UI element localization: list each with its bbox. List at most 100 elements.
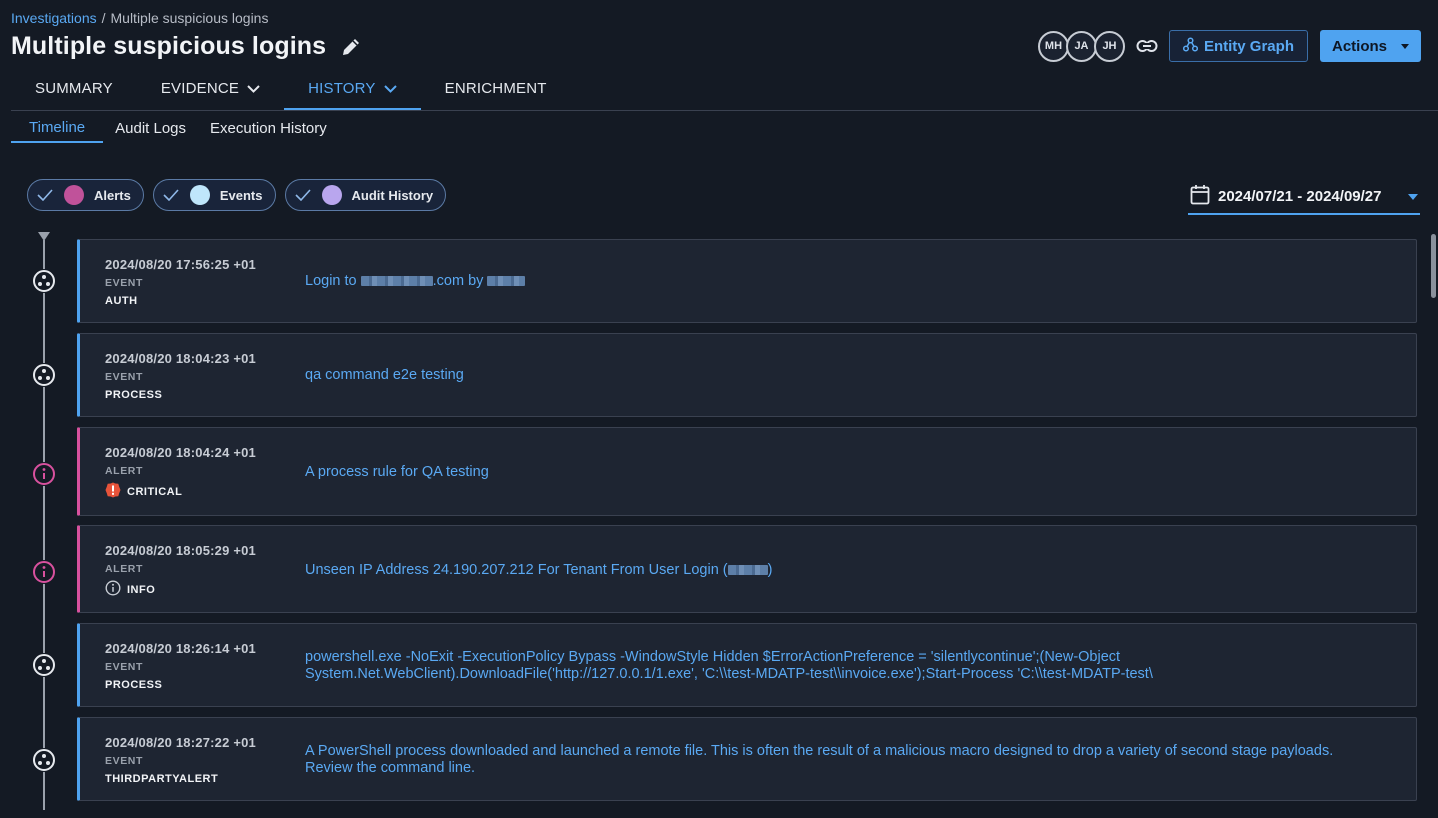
item-category: PROCESS <box>105 679 162 691</box>
entity-graph-button[interactable]: Entity Graph <box>1168 30 1308 62</box>
severity-label: INFO <box>127 583 156 596</box>
timeline-card[interactable]: 2024/08/20 18:26:14 +01 EVENT PROCESS po… <box>77 623 1417 707</box>
item-description-link[interactable]: qa command e2e testing <box>305 367 1376 384</box>
subtab-audit-logs[interactable]: Audit Logs <box>103 113 198 143</box>
event-node-icon <box>32 653 56 677</box>
avatar[interactable]: MH <box>1037 30 1069 62</box>
item-type: EVENT <box>105 371 144 383</box>
critical-icon <box>105 482 121 501</box>
timeline-card[interactable]: 2024/08/20 18:04:24 +01 ALERT CRITICAL A… <box>77 427 1417 516</box>
item-description-link[interactable]: A process rule for QA testing <box>305 464 1376 481</box>
category-label: PROCESS <box>105 679 163 691</box>
check-icon <box>294 186 312 204</box>
pencil-icon[interactable] <box>340 36 362 58</box>
tab-history[interactable]: HISTORY <box>284 68 421 110</box>
info-icon <box>105 580 121 599</box>
category-label: THIRDPARTYALERT <box>105 773 219 785</box>
page-title: Multiple suspicious logins <box>11 32 327 60</box>
tab-summary[interactable]: SUMMARY <box>11 68 137 108</box>
description-text: .com by <box>432 273 484 289</box>
filter-chip-events[interactable]: Events <box>152 179 276 211</box>
description-text: Unseen IP Address 24.190.207.212 For Ten… <box>305 562 728 578</box>
subtab-execution-history[interactable]: Execution History <box>198 113 339 143</box>
filter-label: Alerts <box>94 187 131 203</box>
filter-chip-audit-history[interactable]: Audit History <box>284 179 447 211</box>
timeline-card[interactable]: 2024/08/20 18:27:22 +01 EVENT THIRDPARTY… <box>77 717 1417 801</box>
timestamp: 2024/08/20 18:04:23 +01 <box>105 351 256 366</box>
link-icon[interactable] <box>1135 34 1159 58</box>
title-row: Multiple suspicious logins <box>11 32 362 61</box>
timeline-card[interactable]: 2024/08/20 18:04:23 +01 EVENT PROCESS qa… <box>77 333 1417 417</box>
breadcrumb: Investigations / Multiple suspicious login… <box>11 10 268 26</box>
item-type: EVENT <box>105 277 144 289</box>
graph-icon <box>1182 36 1199 56</box>
timestamp: 2024/08/20 18:27:22 +01 <box>105 735 256 750</box>
event-node-icon <box>32 269 56 293</box>
timestamp: 2024/08/20 17:56:25 +01 <box>105 257 256 272</box>
color-dot <box>321 185 342 205</box>
item-severity: INFO <box>105 580 155 599</box>
redacted-text <box>727 565 768 576</box>
check-icon <box>162 186 180 204</box>
item-type: EVENT <box>105 661 144 673</box>
tab-evidence[interactable]: EVIDENCE <box>137 68 284 108</box>
caret-down-icon <box>1401 43 1409 49</box>
avatar[interactable]: JH <box>1093 30 1125 62</box>
timeline-axis <box>43 240 45 810</box>
alert-node-icon <box>32 462 56 486</box>
event-node-icon <box>32 748 56 772</box>
timeline-card[interactable]: 2024/08/20 17:56:25 +01 EVENT AUTH Login… <box>77 239 1417 323</box>
description-text: ) <box>767 562 773 578</box>
filter-chip-alerts[interactable]: Alerts <box>27 179 144 211</box>
item-description-link[interactable]: Unseen IP Address 24.190.207.212 For Ten… <box>305 562 1376 579</box>
chevron-down-icon <box>383 80 397 97</box>
timestamp: 2024/08/20 18:26:14 +01 <box>105 641 256 656</box>
chevron-down-icon <box>247 80 260 97</box>
item-type: ALERT <box>105 563 143 575</box>
entity-graph-label: Entity Graph <box>1203 37 1294 55</box>
scrollbar[interactable] <box>1431 234 1436 298</box>
subtab-timeline[interactable]: Timeline <box>11 113 104 143</box>
tab-label: ENRICHMENT <box>444 79 547 97</box>
breadcrumb-current: Multiple suspicious logins <box>110 10 269 26</box>
redacted-text <box>487 276 526 287</box>
avatar[interactable]: JA <box>1065 30 1097 62</box>
filter-label: Events <box>219 187 263 203</box>
tab-enrichment[interactable]: ENRICHMENT <box>421 68 571 108</box>
item-type: EVENT <box>105 755 144 767</box>
calendar-icon <box>1190 184 1210 209</box>
timestamp: 2024/08/20 18:05:29 +01 <box>105 543 256 558</box>
timestamp: 2024/08/20 18:04:24 +01 <box>105 445 256 460</box>
breadcrumb-link-investigations[interactable]: Investigations <box>11 10 97 26</box>
timeline-card[interactable]: 2024/08/20 18:05:29 +01 ALERT INFO Unsee… <box>77 525 1417 613</box>
color-dot <box>64 185 84 205</box>
item-description-link[interactable]: powershell.exe -NoExit -ExecutionPolicy … <box>305 649 1356 683</box>
avatar-group: MH JA JH <box>1037 30 1125 62</box>
breadcrumb-separator: / <box>101 10 106 26</box>
tab-label: HISTORY <box>308 79 376 97</box>
item-category: AUTH <box>105 295 138 307</box>
item-category: THIRDPARTYALERT <box>105 773 218 785</box>
severity-label: CRITICAL <box>127 485 183 498</box>
subtab-bar: Timeline Audit Logs Execution History <box>11 113 339 143</box>
actions-button[interactable]: Actions <box>1319 30 1421 62</box>
check-icon <box>36 186 54 204</box>
item-type: ALERT <box>105 465 143 477</box>
date-range-picker[interactable]: 2024/07/21 - 2024/09/27 <box>1188 180 1420 215</box>
tab-label: EVIDENCE <box>160 79 240 97</box>
tabs-divider <box>11 110 1438 111</box>
description-text: Login to <box>305 273 357 289</box>
alert-node-icon <box>32 560 56 584</box>
category-label: AUTH <box>105 295 138 307</box>
color-dot <box>189 185 210 205</box>
filter-label: Audit History <box>351 187 434 203</box>
actions-label: Actions <box>1331 37 1387 55</box>
category-label: PROCESS <box>105 389 163 401</box>
item-description-link[interactable]: Login to .com by <box>305 273 1376 290</box>
item-category: PROCESS <box>105 389 162 401</box>
event-node-icon <box>32 363 56 387</box>
tab-bar: SUMMARY EVIDENCE HISTORY ENRICHMENT <box>11 68 571 110</box>
item-description-link[interactable]: A PowerShell process downloaded and laun… <box>305 743 1361 777</box>
date-range-value: 2024/07/21 - 2024/09/27 <box>1218 188 1382 205</box>
tab-label: SUMMARY <box>35 79 113 97</box>
